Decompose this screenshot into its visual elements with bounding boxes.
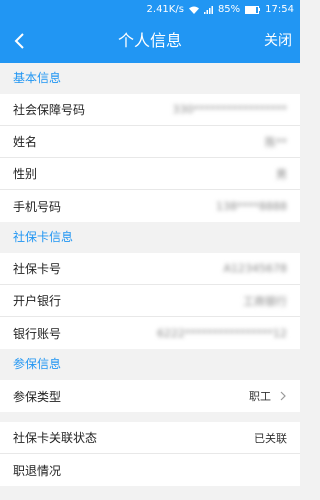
row-label: 社保卡号: [13, 262, 62, 276]
content: 基本信息 社会保障号码 330***************** 姓名 陈** …: [0, 63, 300, 486]
row-value: 138****8888: [216, 199, 287, 213]
row-label: 参保类型: [13, 389, 62, 404]
signal-icon: [203, 5, 213, 14]
row-label: 银行账号: [13, 326, 62, 341]
row-bank: 开户银行 工商银行: [0, 285, 300, 317]
status-bar: 2.41K/s 85% 17:54: [0, 0, 300, 19]
clock: 17:54: [265, 4, 294, 15]
row-insurance-type[interactable]: 参保类型 职工: [0, 380, 300, 412]
close-button[interactable]: 关闭: [264, 19, 292, 63]
row-gender: 性别 男: [0, 158, 300, 190]
row-label: 性别: [13, 167, 38, 181]
battery-percent: 85%: [217, 4, 241, 15]
row-value: A12345678: [223, 262, 287, 275]
row-name: 姓名 陈**: [0, 126, 300, 158]
section-header-basic: 基本信息: [0, 63, 300, 94]
row-value: 男: [276, 167, 287, 181]
row-link-status: 社保卡关联状态 已关联: [0, 422, 300, 454]
row-card-number: 社保卡号 A12345678: [0, 253, 300, 285]
row-label: 手机号码: [13, 199, 62, 214]
row-label: 姓名: [13, 135, 38, 149]
wifi-icon: [188, 6, 199, 14]
row-account: 银行账号 6222****************12: [0, 317, 300, 349]
row-value: 职工: [249, 390, 271, 403]
row-label: 社保卡关联状态: [13, 431, 98, 445]
network-speed: 2.41K/s: [146, 4, 184, 15]
row-value: 陈**: [265, 135, 287, 149]
chevron-right-icon: [280, 391, 286, 401]
page-title: 个人信息: [117, 31, 182, 50]
nav-bar: 个人信息 关闭: [0, 19, 300, 63]
row-retirement: 职退情况: [0, 454, 300, 486]
row-ssn: 社会保障号码 330*****************: [0, 94, 300, 126]
row-label: 职退情况: [13, 463, 62, 478]
row-value: 6222****************12: [157, 326, 287, 340]
row-phone: 手机号码 138****8888: [0, 190, 300, 222]
row-value: 工商银行: [243, 294, 287, 308]
section-header-card: 社保卡信息: [0, 222, 300, 253]
row-label: 开户银行: [13, 294, 62, 308]
row-value: 已关联: [254, 431, 287, 445]
row-value: 330*****************: [172, 103, 288, 116]
battery-icon: [245, 5, 261, 14]
row-label: 社会保障号码: [13, 103, 86, 117]
section-header-insurance: 参保信息: [0, 349, 300, 380]
